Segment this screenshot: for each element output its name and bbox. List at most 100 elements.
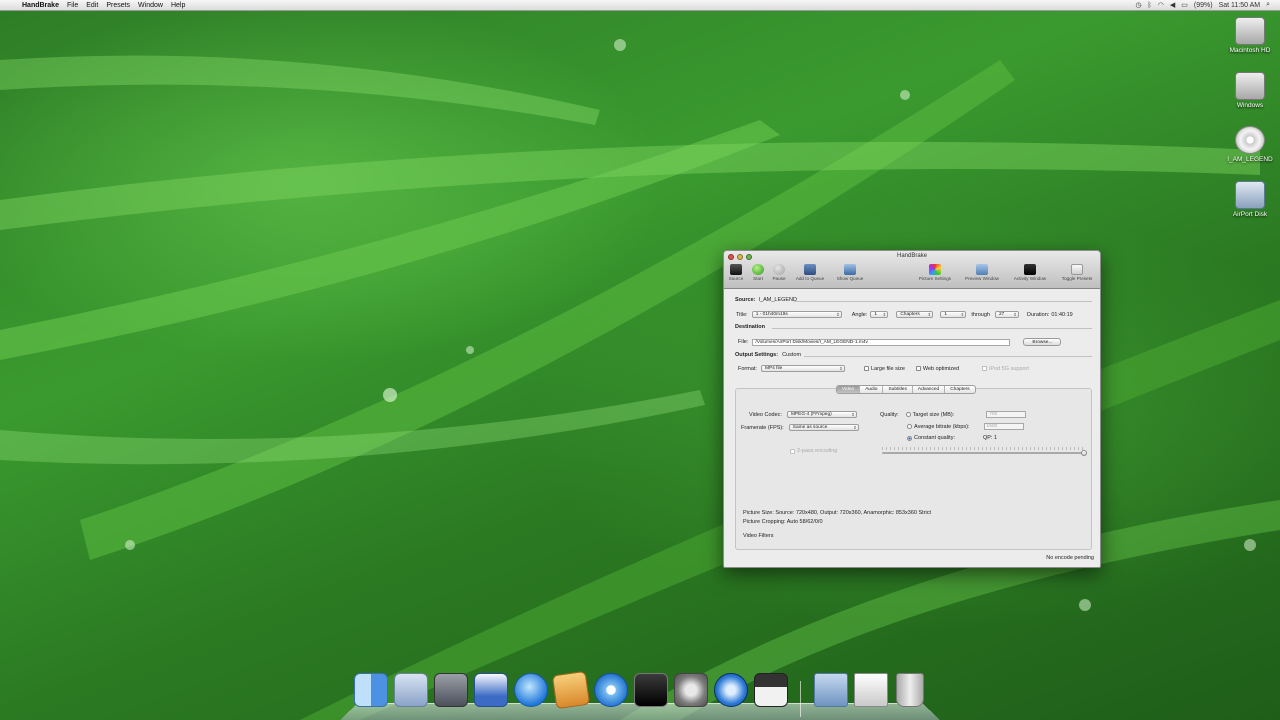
dock-package-icon[interactable] xyxy=(551,670,591,710)
section-divider xyxy=(804,356,1092,357)
two-pass-checkbox[interactable]: 2-pass encoding xyxy=(790,448,837,454)
constant-quality-radio[interactable] xyxy=(907,435,912,441)
clock[interactable]: Sat 11:50 AM xyxy=(1219,2,1261,9)
browse-button[interactable]: Browse... xyxy=(1023,338,1062,346)
picture-cropping-text: Picture Cropping: Auto 58/62/0/0 xyxy=(743,519,823,525)
video-codec-row: Video Codec: MPEG-4 (FFmpeg) xyxy=(749,411,857,419)
menu-file[interactable]: File xyxy=(67,2,78,9)
dock-script-editor-icon[interactable] xyxy=(434,673,468,707)
video-codec-popup[interactable]: MPEG-4 (FFmpeg) xyxy=(786,411,857,419)
through-label: through xyxy=(971,311,990,318)
duration-label: Duration: xyxy=(1026,311,1050,318)
tab-audio[interactable]: Audio xyxy=(860,386,884,393)
title-popup[interactable]: 1 - 01h40m19s xyxy=(751,311,842,319)
picture-size-text: Picture Size: Source: 720x480, Output: 7… xyxy=(743,510,932,516)
dock-trash-icon[interactable] xyxy=(896,673,924,707)
output-preset-name: Custom xyxy=(782,352,802,358)
checkbox-label: iPod 5G support xyxy=(989,365,1029,372)
bluetooth-icon[interactable]: ᛒ xyxy=(1148,2,1152,9)
dock-handbrake-icon[interactable] xyxy=(754,673,788,707)
checkbox-label: Large file size xyxy=(870,365,905,372)
toolbar-toggle-presets-button[interactable]: Toggle Presets xyxy=(1054,264,1100,288)
avg-bitrate-radio[interactable] xyxy=(907,424,912,429)
toolbar-preview-window-button[interactable]: Preview Window xyxy=(958,264,1006,288)
format-popup[interactable]: MP4 file xyxy=(760,365,845,373)
desktop-icon-dvd[interactable]: I_AM_LEGEND xyxy=(1220,126,1280,163)
tab-chapters[interactable]: Chapters xyxy=(945,386,974,393)
dock-finder-icon[interactable] xyxy=(354,673,388,707)
toolbar-show-queue-button[interactable]: Show Queue xyxy=(830,264,870,288)
menu-help[interactable]: Help xyxy=(171,2,185,9)
avg-bitrate-row: Average bitrate (kbps): 1500 xyxy=(907,423,1024,430)
encode-status: No encode pending xyxy=(1046,555,1094,561)
dock-mail-icon[interactable] xyxy=(394,673,428,707)
menu-extras: ◷ ᛒ ◠ ◀ ▭ (99%) Sat 11:50 AM ⌕ xyxy=(1135,1,1280,9)
video-filters-info: Video Filters xyxy=(743,533,773,539)
wifi-icon[interactable]: ◠ xyxy=(1158,1,1164,9)
desktop-icon-airport-disk[interactable]: AirPort Disk xyxy=(1220,181,1280,218)
spotlight-icon[interactable]: ⌕ xyxy=(1266,1,1270,9)
toolbar-right: Picture Settings Preview Window Activity… xyxy=(912,264,1100,288)
ipod-5g-checkbox[interactable]: iPod 5G support xyxy=(982,366,1029,372)
dock-system-preferences-icon[interactable] xyxy=(674,673,708,707)
desktop-icon-macintosh-hd[interactable]: Macintosh HD xyxy=(1220,17,1280,54)
dock-applications-folder-icon[interactable] xyxy=(814,673,848,707)
menu-app-name[interactable]: HandBrake xyxy=(22,2,59,9)
source-label: Source: xyxy=(735,297,756,303)
tab-subtitles[interactable]: Subtitles xyxy=(883,386,913,393)
dock-terminal-icon[interactable] xyxy=(634,673,668,707)
dock-separator xyxy=(800,681,801,717)
tab-advanced[interactable]: Advanced xyxy=(913,386,946,393)
angle-popup[interactable]: 1 xyxy=(870,311,889,319)
target-size-radio[interactable] xyxy=(905,412,911,417)
volume-icon[interactable]: ◀ xyxy=(1170,1,1175,9)
checkbox-box[interactable] xyxy=(982,366,988,371)
window-titlebar[interactable]: HandBrake Source Start Pause Add to Queu… xyxy=(724,251,1100,289)
battery-icon[interactable]: ▭ xyxy=(1181,1,1188,9)
dock-time-machine-icon[interactable] xyxy=(714,673,748,707)
checkbox-box[interactable] xyxy=(790,448,795,454)
tab-video[interactable]: Video xyxy=(837,386,861,393)
menu-presets[interactable]: Presets xyxy=(106,2,130,9)
target-size-field[interactable]: 700 xyxy=(986,411,1027,418)
dock-documents-stack-icon[interactable] xyxy=(854,673,888,707)
start-chapter-popup[interactable]: 1 xyxy=(940,311,967,319)
dock-itunes-icon[interactable] xyxy=(514,673,548,707)
toolbar-picture-settings-button[interactable]: Picture Settings xyxy=(912,264,958,288)
range-type-popup[interactable]: Chapters xyxy=(896,311,934,319)
target-size-label: Target size (MB): xyxy=(912,411,955,418)
queue-icon xyxy=(844,264,856,275)
menu-edit[interactable]: Edit xyxy=(86,2,98,9)
window-title: HandBrake xyxy=(896,253,928,259)
toolbar-pause-button[interactable]: Pause xyxy=(768,264,790,288)
status-bar: No encode pending xyxy=(1046,555,1094,561)
file-label: File: xyxy=(738,339,749,345)
time-machine-status-icon[interactable]: ◷ xyxy=(1135,1,1141,9)
dock-todo-icon[interactable] xyxy=(474,673,508,707)
quality-slider[interactable] xyxy=(882,452,1084,454)
toolbar-start-button[interactable]: Start xyxy=(748,264,768,288)
menu-window[interactable]: Window xyxy=(138,2,163,9)
toolbar-activity-window-button[interactable]: Activity Window xyxy=(1006,264,1054,288)
toolbar-add-to-queue-button[interactable]: Add to Queue xyxy=(790,264,830,288)
avg-bitrate-field[interactable]: 1500 xyxy=(983,423,1024,430)
web-optimized-checkbox[interactable]: Web optimized xyxy=(915,366,959,372)
activity-icon xyxy=(1024,264,1036,275)
section-divider xyxy=(772,328,1092,329)
desktop-icon-label: I_AM_LEGEND xyxy=(1227,156,1273,163)
quality-slider-knob[interactable] xyxy=(1081,450,1087,456)
desktop-icon-windows[interactable]: Windows xyxy=(1220,72,1280,109)
picture-settings-icon xyxy=(929,264,941,275)
framerate-popup[interactable]: Same as source xyxy=(788,424,859,432)
checkbox-label: 2-pass encoding xyxy=(797,448,838,454)
toolbar-source-button[interactable]: Source xyxy=(724,264,748,288)
constant-quality-label: Constant quality: xyxy=(914,435,955,441)
file-path-field[interactable]: /Volumes/AirPort Disk/Movies/I_AM_LEGEND… xyxy=(752,338,1011,346)
video-codec-label: Video Codec: xyxy=(749,411,782,418)
dock-safari-icon[interactable] xyxy=(594,673,628,707)
large-file-checkbox[interactable]: Large file size xyxy=(863,365,905,372)
checkbox-box[interactable] xyxy=(915,366,921,371)
toolbar-left: Source Start Pause Add to Queue Show Que… xyxy=(724,264,870,288)
end-chapter-popup[interactable]: 27 xyxy=(994,311,1019,319)
checkbox-box[interactable] xyxy=(863,366,869,371)
